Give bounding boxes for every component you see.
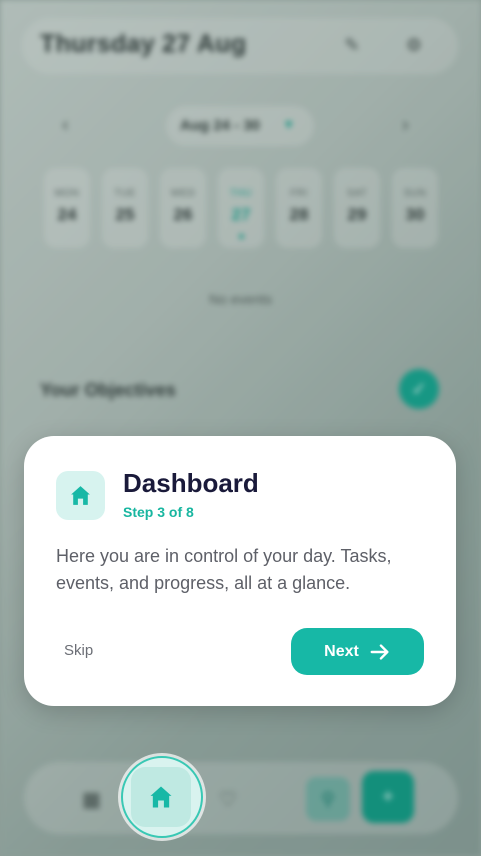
arrow-right-icon [370, 643, 389, 660]
dialog-icon-box [56, 471, 105, 520]
tutorial-dialog: Dashboard Step 3 of 8 Here you are in co… [24, 436, 456, 706]
overlay-scrim [0, 0, 481, 856]
step-indicator: Step 3 of 8 [123, 504, 194, 520]
home-icon [150, 786, 172, 808]
home-nav-button[interactable] [131, 767, 191, 827]
next-button[interactable]: Next [291, 628, 424, 675]
home-icon [71, 486, 90, 505]
dialog-description: Here you are in control of your day. Tas… [56, 546, 392, 593]
next-button-label: Next [324, 642, 359, 660]
dialog-title: Dashboard [123, 468, 259, 498]
skip-button[interactable]: Skip [56, 636, 101, 665]
